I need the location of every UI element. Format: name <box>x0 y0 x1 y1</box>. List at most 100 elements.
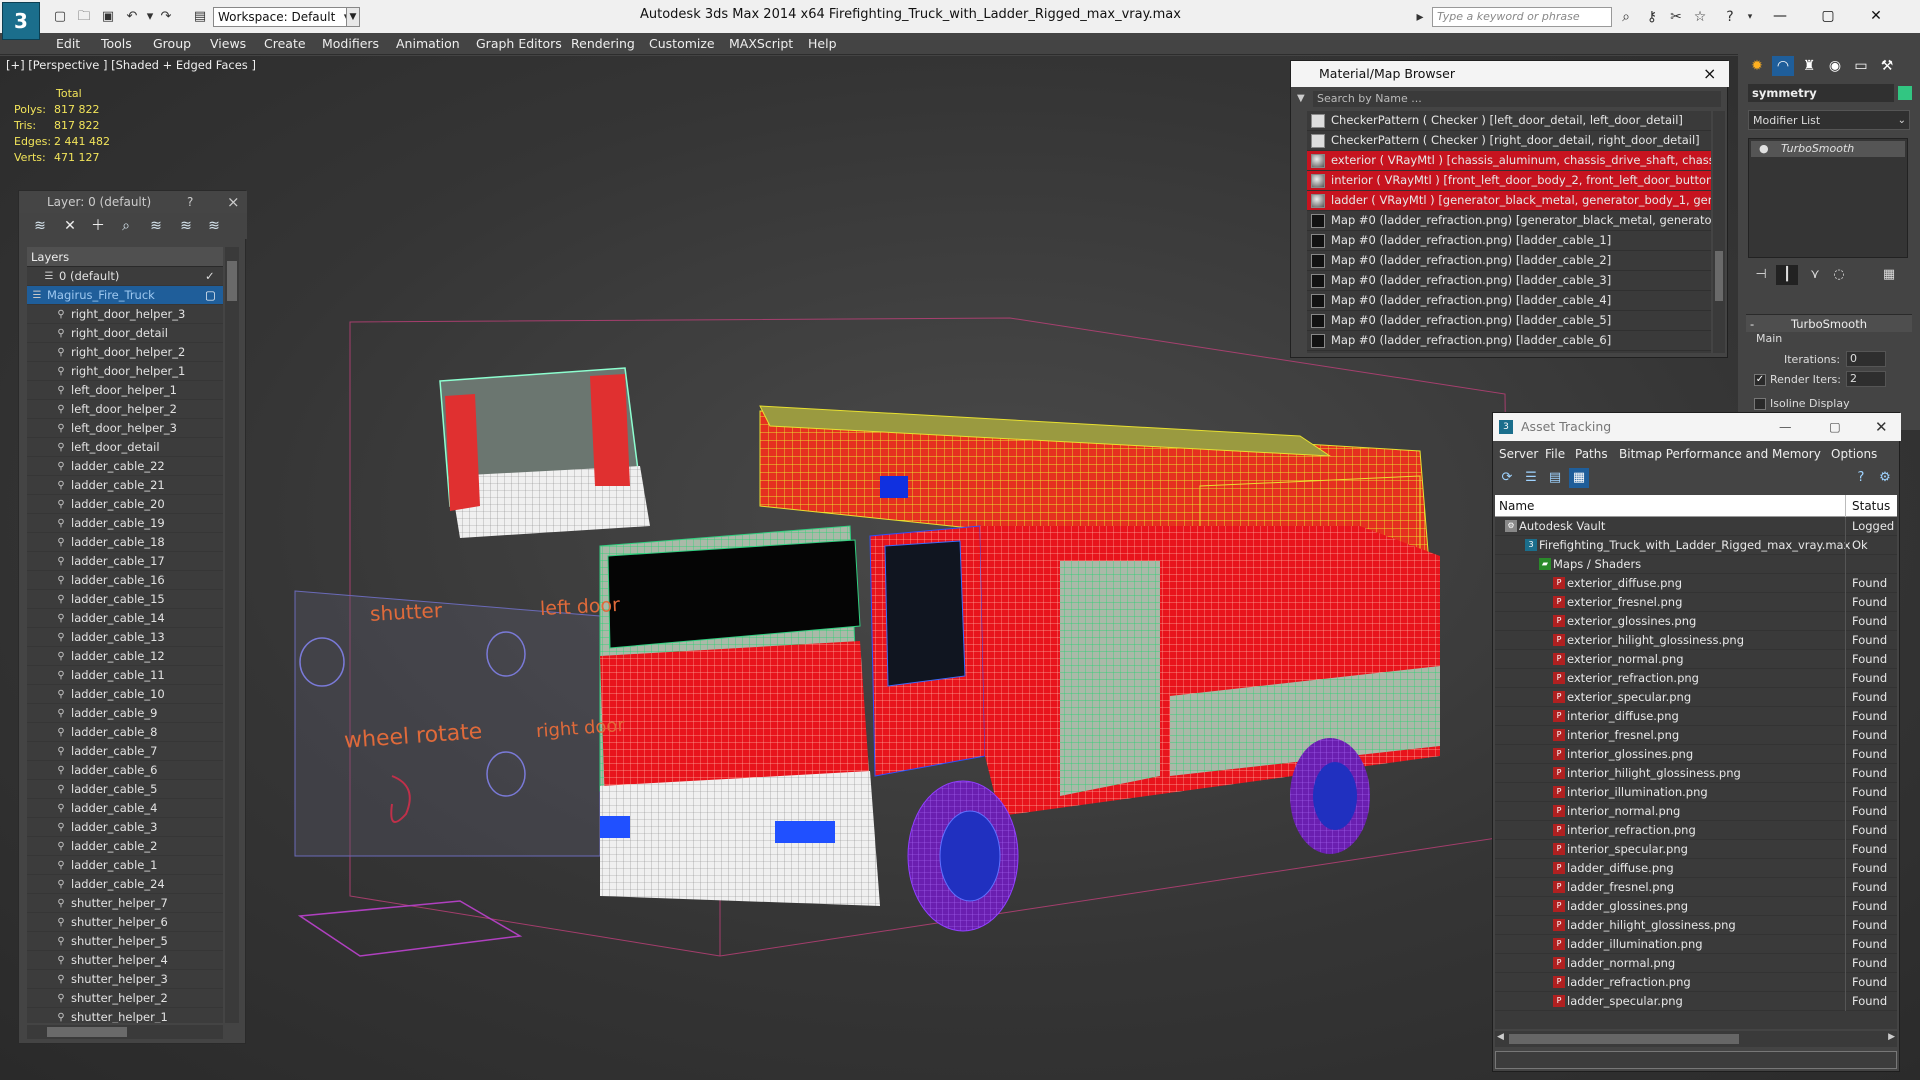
layer-row[interactable]: ⚲ ladder_cable_20 <box>27 495 223 514</box>
layer-row[interactable]: ⚲ right_door_helper_1 <box>27 362 223 381</box>
layer-row[interactable]: ⚲ ladder_cable_12 <box>27 647 223 666</box>
favorites-star-icon[interactable]: ☆ <box>1690 8 1710 26</box>
object-name-field[interactable]: symmetry <box>1748 84 1894 102</box>
menu-help[interactable]: Help <box>808 33 837 55</box>
menu-rendering[interactable]: Rendering <box>571 33 635 55</box>
layer-row[interactable]: ⚲ left_door_detail <box>27 438 223 457</box>
asset-row[interactable]: Pinterior_diffuse.png Found <box>1495 707 1897 726</box>
layer-row[interactable]: ⚲ ladder_cable_8 <box>27 723 223 742</box>
layer-row[interactable]: ⚲ ladder_cable_22 <box>27 457 223 476</box>
modifier-stack-item-turbosmooth[interactable]: ● TurboSmooth <box>1751 141 1905 157</box>
layer-help-button[interactable]: ? <box>187 191 193 213</box>
layer-row[interactable]: ☰ Magirus_Fire_Truck ▢ <box>27 286 223 305</box>
list-view-icon[interactable]: ☰ <box>1521 468 1541 488</box>
layer-row[interactable]: ⚲ ladder_cable_7 <box>27 742 223 761</box>
asset-menu-server[interactable]: Server <box>1499 443 1538 465</box>
asset-row[interactable]: Pexterior_fresnel.png Found <box>1495 593 1897 612</box>
menu-customize[interactable]: Customize <box>649 33 715 55</box>
layer-row[interactable]: ⚲ shutter_helper_7 <box>27 894 223 913</box>
viewport-label-menu[interactable]: [+] [Perspective ] [Shaded + Edged Faces… <box>6 58 256 72</box>
layer-row[interactable]: ⚲ ladder_cable_19 <box>27 514 223 533</box>
asset-row[interactable]: Pinterior_normal.png Found <box>1495 802 1897 821</box>
layer-row[interactable]: ⚲ ladder_cable_15 <box>27 590 223 609</box>
material-vertical-scrollbar[interactable] <box>1713 111 1725 353</box>
material-list-item[interactable]: CheckerPattern ( Checker ) [left_door_de… <box>1307 111 1711 131</box>
layer-row[interactable]: ⚲ shutter_helper_1 <box>27 1008 223 1023</box>
open-file-icon[interactable]: 🗀 <box>74 8 94 26</box>
material-vertical-scroll-thumb[interactable] <box>1715 251 1723 301</box>
asset-row[interactable]: Pladder_fresnel.png Found <box>1495 878 1897 897</box>
layer-row[interactable]: ⚲ left_door_helper_2 <box>27 400 223 419</box>
material-list-item[interactable]: Map #0 (ladder_refraction.png) [ladder_c… <box>1307 251 1711 271</box>
layer-row[interactable]: ⚲ ladder_cable_21 <box>27 476 223 495</box>
set-current-layer-icon[interactable]: ▢ <box>205 286 216 305</box>
asset-row[interactable]: Pexterior_glossines.png Found <box>1495 612 1897 631</box>
layer-row[interactable]: ⚲ ladder_cable_5 <box>27 780 223 799</box>
add-to-layer-icon[interactable]: ＋ <box>87 216 109 236</box>
asset-row[interactable]: Pladder_glossines.png Found <box>1495 897 1897 916</box>
infocenter-search-input[interactable]: Type a keyword or phrase <box>1432 7 1612 27</box>
layer-row[interactable]: ⚲ ladder_cable_14 <box>27 609 223 628</box>
layer-row[interactable]: ⚲ shutter_helper_5 <box>27 932 223 951</box>
menu-create[interactable]: Create <box>264 33 306 55</box>
layer-row[interactable]: ⚲ ladder_cable_2 <box>27 837 223 856</box>
layer-row[interactable]: ⚲ shutter_helper_3 <box>27 970 223 989</box>
layer-row[interactable]: ⚲ ladder_cable_17 <box>27 552 223 571</box>
motion-tab-icon[interactable]: ◉ <box>1824 56 1846 76</box>
modifier-list-dropdown[interactable]: Modifier List ⌄ <box>1748 110 1910 130</box>
turbosmooth-rollout-header[interactable]: - TurboSmooth <box>1746 314 1912 332</box>
configure-modifier-sets-icon[interactable]: ▦ <box>1878 265 1900 285</box>
highlight-layer-icon[interactable]: ≋ <box>145 216 167 236</box>
layer-row[interactable]: ⚲ shutter_helper_2 <box>27 989 223 1008</box>
layer-row[interactable]: ⚲ left_door_helper_3 <box>27 419 223 438</box>
layer-vertical-scrollbar[interactable] <box>225 247 239 1023</box>
asset-row[interactable]: Pexterior_specular.png Found <box>1495 688 1897 707</box>
pin-stack-icon[interactable]: ⊣ <box>1750 265 1772 285</box>
render-iters-spinner[interactable]: 2 <box>1846 371 1886 387</box>
current-layer-check-icon[interactable]: ✓ <box>205 267 215 286</box>
menu-tools[interactable]: Tools <box>101 33 132 55</box>
asset-row[interactable]: Pladder_specular.png Found <box>1495 992 1897 1011</box>
layer-row[interactable]: ⚲ ladder_cable_10 <box>27 685 223 704</box>
asset-row[interactable]: Pexterior_normal.png Found <box>1495 650 1897 669</box>
asset-horizontal-scroll-thumb[interactable] <box>1509 1034 1739 1044</box>
make-unique-icon[interactable]: ⋎ <box>1804 265 1826 285</box>
layer-row[interactable]: ⚲ ladder_cable_4 <box>27 799 223 818</box>
asset-menu-bitmap-performance[interactable]: Bitmap Performance and Memory <box>1619 443 1821 465</box>
menu-graph-editors[interactable]: Graph Editors <box>476 33 562 55</box>
asset-row[interactable]: Pinterior_glossines.png Found <box>1495 745 1897 764</box>
app-menu-logo[interactable]: 3 <box>2 2 40 40</box>
status-column-header[interactable]: Status <box>1845 495 1897 517</box>
material-list-item[interactable]: exterior ( VRayMtl ) [chassis_aluminum, … <box>1307 151 1711 171</box>
quick-access-dropdown-icon[interactable]: ▼ <box>346 7 360 27</box>
layer-row[interactable]: ⚲ right_door_helper_2 <box>27 343 223 362</box>
lightbulb-icon[interactable]: ● <box>1759 141 1769 157</box>
object-color-swatch[interactable] <box>1898 86 1912 100</box>
modify-tab-icon[interactable]: ◠ <box>1772 56 1794 76</box>
layer-vertical-scroll-thumb[interactable] <box>227 261 237 301</box>
new-file-icon[interactable]: ▢ <box>50 8 70 26</box>
scroll-left-icon[interactable]: ◀ <box>1497 1032 1504 1042</box>
layer-row[interactable]: ⚲ shutter_helper_6 <box>27 913 223 932</box>
maximize-button[interactable]: ▢ <box>1808 3 1848 29</box>
layer-row[interactable]: ⚲ ladder_cable_11 <box>27 666 223 685</box>
asset-row[interactable]: 3 Firefighting_Truck_with_Ladder_Rigged_m… <box>1495 536 1897 555</box>
asset-row[interactable]: Pladder_diffuse.png Found <box>1495 859 1897 878</box>
project-folder-icon[interactable]: ▤ <box>190 8 210 26</box>
save-icon[interactable]: ▣ <box>98 8 118 26</box>
asset-menu-options[interactable]: Options <box>1831 443 1877 465</box>
freeze-all-layers-icon[interactable]: ≋ <box>203 216 225 236</box>
layer-row[interactable]: ⚲ ladder_cable_24 <box>27 875 223 894</box>
help-icon[interactable]: ? <box>1720 8 1740 26</box>
isoline-display-checkbox[interactable] <box>1754 398 1766 410</box>
asset-options-icon[interactable]: ⚙ <box>1875 468 1895 488</box>
asset-row[interactable]: Pexterior_diffuse.png Found <box>1495 574 1897 593</box>
layer-row[interactable]: ⚲ ladder_cable_3 <box>27 818 223 837</box>
infocenter-expand-icon[interactable]: ▸ <box>1412 8 1428 26</box>
workspace-selector[interactable]: Workspace: Default <box>213 7 351 27</box>
asset-help-icon[interactable]: ? <box>1851 468 1871 488</box>
asset-row[interactable]: ▰ Maps / Shaders <box>1495 555 1897 574</box>
asset-menu-file[interactable]: File <box>1545 443 1565 465</box>
grid-view-icon[interactable]: ▦ <box>1569 468 1589 488</box>
asset-row[interactable]: Pexterior_refraction.png Found <box>1495 669 1897 688</box>
